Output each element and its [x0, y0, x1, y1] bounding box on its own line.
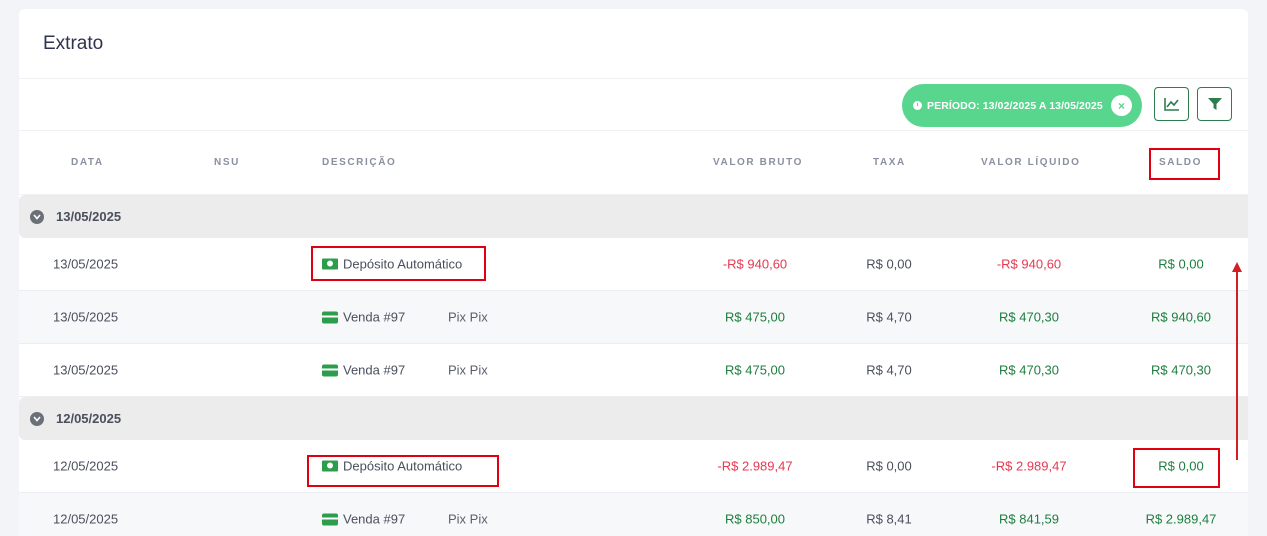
description-text: Depósito Automático — [343, 256, 463, 272]
statement-card: Extrato PERÍODO: 13/02/2025 A 13/05/2025… — [19, 9, 1248, 536]
row-payment-method: Pix Pix — [448, 511, 488, 527]
money-icon — [322, 258, 338, 270]
toolbar: PERÍODO: 13/02/2025 A 13/05/2025 × — [19, 79, 1248, 131]
annotation-arrow — [1236, 270, 1238, 460]
card-icon — [322, 364, 338, 376]
row-balance: R$ 0,00 — [1158, 458, 1204, 474]
row-description: Depósito Automático — [322, 459, 462, 474]
chevron-down-icon[interactable] — [30, 209, 44, 224]
column-header-balance[interactable]: SALDO — [1159, 157, 1202, 168]
row-net-value: R$ 470,30 — [999, 362, 1059, 378]
row-net-value: -R$ 2.989,47 — [991, 458, 1067, 474]
description-text: Venda #97 — [343, 362, 406, 378]
row-date: 12/05/2025 — [53, 458, 119, 474]
column-header-date[interactable]: DATA — [71, 157, 104, 168]
filter-button[interactable] — [1197, 87, 1232, 121]
date-group-header[interactable]: 12/05/2025 — [19, 397, 1248, 440]
card-header: Extrato — [19, 9, 1248, 79]
group-date: 12/05/2025 — [56, 411, 122, 426]
row-gross-value: -R$ 2.989,47 — [717, 458, 793, 474]
row-description: Depósito Automático — [322, 257, 462, 272]
row-gross-value: R$ 850,00 — [725, 511, 785, 527]
column-header-nsu[interactable]: NSU — [214, 157, 240, 168]
filter-icon — [1207, 98, 1222, 110]
row-fee: R$ 4,70 — [866, 362, 912, 378]
row-balance: R$ 0,00 — [1158, 256, 1204, 272]
row-date: 13/05/2025 — [53, 309, 119, 325]
row-net-value: -R$ 940,60 — [996, 256, 1062, 272]
money-icon — [322, 460, 338, 472]
card-icon — [322, 513, 338, 525]
table-row[interactable]: 12/05/2025 Depósito Automático -R$ 2.989… — [19, 440, 1248, 493]
row-description: Venda #97 — [322, 363, 405, 378]
row-gross-value: R$ 475,00 — [725, 362, 785, 378]
row-fee: R$ 8,41 — [866, 511, 912, 527]
row-net-value: R$ 841,59 — [999, 511, 1059, 527]
row-payment-method: Pix Pix — [448, 362, 488, 378]
column-header-description[interactable]: DESCRIÇÃO — [322, 157, 396, 168]
row-description: Venda #97 — [322, 310, 405, 325]
row-date: 13/05/2025 — [53, 256, 119, 272]
line-chart-icon — [1163, 98, 1179, 111]
row-description: Venda #97 — [322, 512, 405, 527]
row-date: 12/05/2025 — [53, 511, 119, 527]
arrow-up-icon — [1232, 262, 1242, 272]
row-balance: R$ 2.989,47 — [1145, 511, 1217, 527]
table-row[interactable]: 12/05/2025 Venda #97 Pix Pix R$ 850,00 R… — [19, 493, 1248, 536]
row-payment-method: Pix Pix — [448, 309, 488, 325]
row-balance: R$ 470,30 — [1151, 362, 1211, 378]
date-group-header[interactable]: 13/05/2025 — [19, 195, 1248, 238]
description-text: Depósito Automático — [343, 458, 463, 474]
page-title: Extrato — [43, 32, 104, 54]
table-header: DATA NSU DESCRIÇÃO VALOR BRUTO TAXA VALO… — [19, 131, 1248, 195]
row-fee: R$ 0,00 — [866, 458, 912, 474]
column-header-fee[interactable]: TAXA — [873, 157, 906, 168]
chart-button[interactable] — [1154, 87, 1189, 121]
row-date: 13/05/2025 — [53, 362, 119, 378]
row-fee: R$ 4,70 — [866, 309, 912, 325]
description-text: Venda #97 — [343, 309, 406, 325]
row-net-value: R$ 470,30 — [999, 309, 1059, 325]
row-gross-value: -R$ 940,60 — [722, 256, 788, 272]
clock-icon — [913, 101, 922, 110]
table-row[interactable]: 13/05/2025 Venda #97 Pix Pix R$ 475,00 R… — [19, 344, 1248, 397]
period-label: PERÍODO: 13/02/2025 A 13/05/2025 — [927, 99, 1103, 112]
table-row[interactable]: 13/05/2025 Depósito Automático -R$ 940,6… — [19, 238, 1248, 291]
close-icon[interactable]: × — [1111, 95, 1132, 116]
column-header-net[interactable]: VALOR LÍQUIDO — [981, 157, 1081, 168]
table-row[interactable]: 13/05/2025 Venda #97 Pix Pix R$ 475,00 R… — [19, 291, 1248, 344]
period-filter-badge[interactable]: PERÍODO: 13/02/2025 A 13/05/2025 × — [902, 84, 1142, 127]
row-fee: R$ 0,00 — [866, 256, 912, 272]
row-gross-value: R$ 475,00 — [725, 309, 785, 325]
column-header-gross[interactable]: VALOR BRUTO — [713, 157, 803, 168]
group-date: 13/05/2025 — [56, 209, 122, 224]
card-icon — [322, 311, 338, 323]
chevron-down-icon[interactable] — [30, 411, 44, 426]
row-balance: R$ 940,60 — [1151, 309, 1211, 325]
description-text: Venda #97 — [343, 511, 406, 527]
